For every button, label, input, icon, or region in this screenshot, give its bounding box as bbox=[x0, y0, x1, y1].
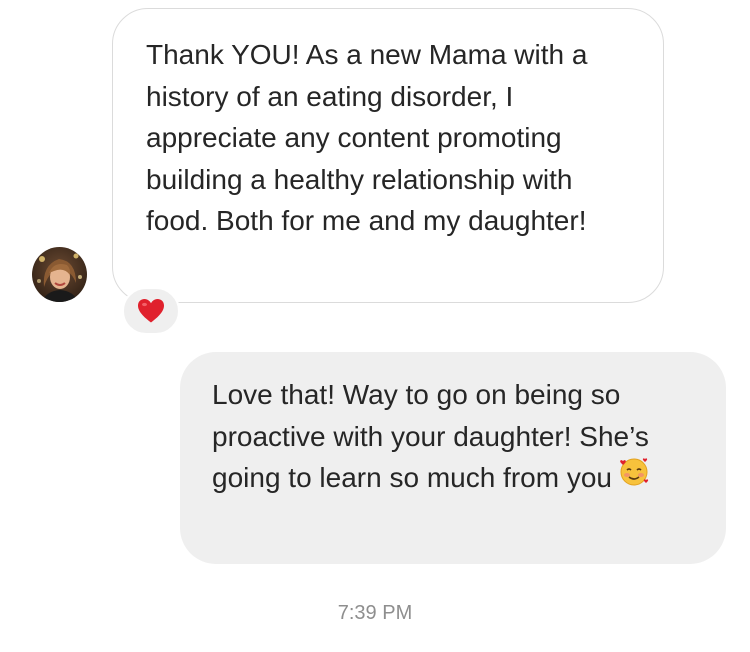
outgoing-message-text: Love that! Way to go on being so proacti… bbox=[212, 379, 649, 493]
avatar-photo bbox=[32, 247, 87, 302]
outgoing-message-bubble[interactable]: Love that! Way to go on being so proacti… bbox=[180, 352, 726, 564]
sender-avatar[interactable] bbox=[32, 247, 87, 302]
outgoing-message-content: Love that! Way to go on being so proacti… bbox=[212, 374, 702, 499]
message-timestamp: 7:39 PM bbox=[337, 602, 413, 624]
red-heart-icon bbox=[138, 299, 164, 323]
incoming-message-bubble[interactable]: Thank YOU! As a new Mama with a history … bbox=[112, 8, 664, 303]
incoming-message-text: Thank YOU! As a new Mama with a history … bbox=[146, 39, 588, 236]
heart-reaction[interactable] bbox=[122, 287, 180, 335]
smiling-face-with-hearts-icon bbox=[618, 455, 650, 499]
